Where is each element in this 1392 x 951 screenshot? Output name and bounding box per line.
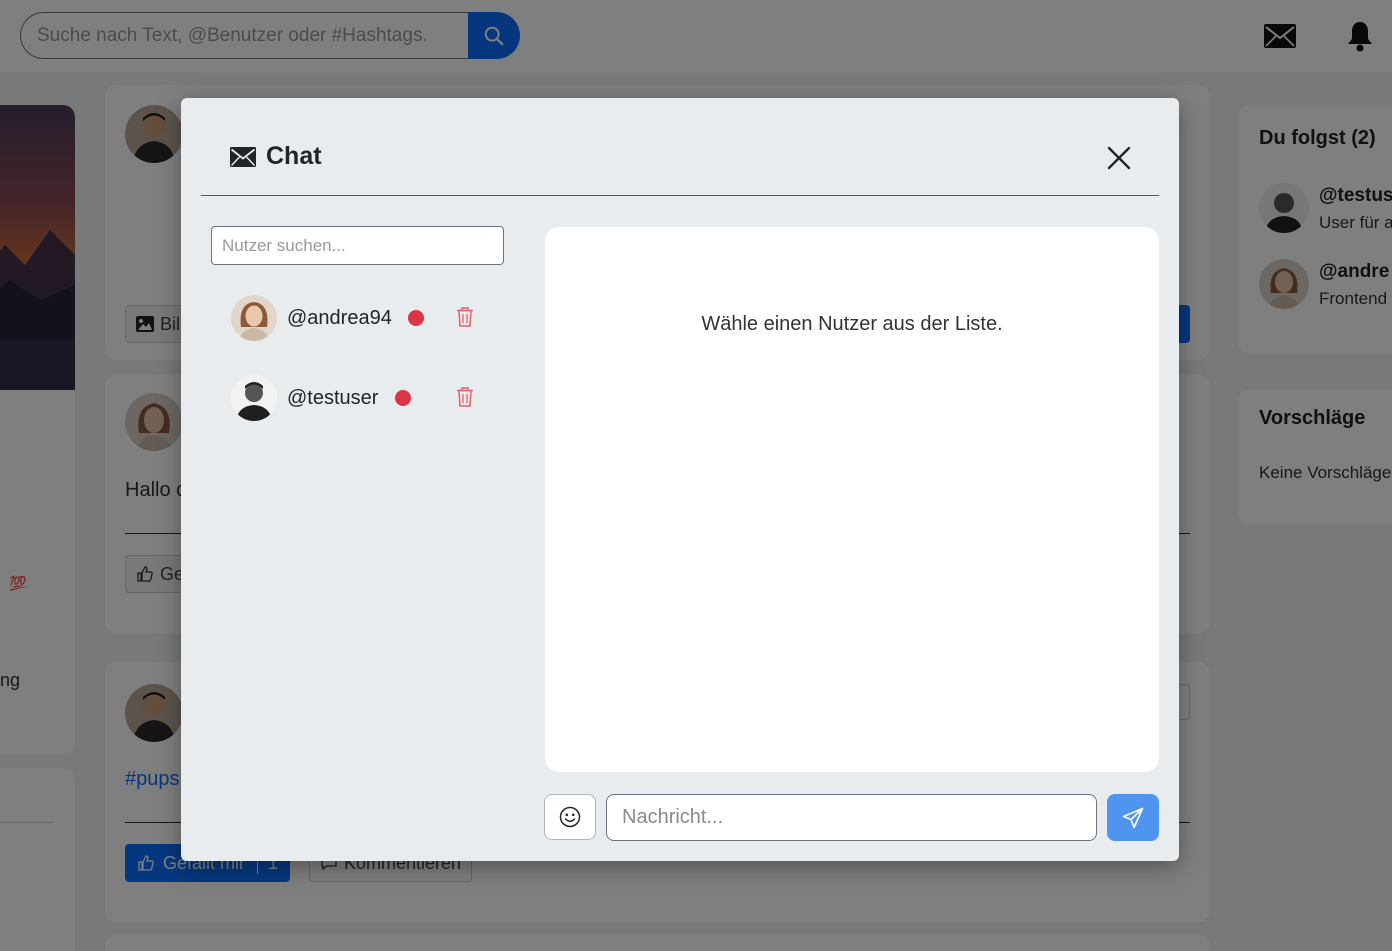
offline-status-dot [395, 390, 411, 406]
chat-user-name: @testuser [287, 387, 379, 409]
send-icon [1122, 807, 1144, 828]
smiley-icon [559, 806, 581, 828]
chat-title-text: Chat [266, 142, 322, 170]
emoji-button[interactable] [544, 794, 596, 840]
message-input[interactable] [606, 794, 1097, 841]
close-button[interactable] [1104, 143, 1134, 173]
chat-modal: Chat @andrea94 @testuser Wähle einen Nut… [181, 98, 1179, 861]
send-button[interactable] [1107, 794, 1159, 841]
offline-status-dot [408, 310, 424, 326]
trash-icon[interactable] [455, 386, 475, 408]
chat-empty-state: Wähle einen Nutzer aus der Liste. [701, 313, 1003, 335]
user-search-input[interactable] [211, 226, 504, 265]
avatar [231, 295, 277, 341]
chat-user-item[interactable]: @testuser [231, 375, 491, 421]
envelope-icon [230, 146, 256, 167]
close-icon [1107, 146, 1131, 170]
chat-user-item[interactable]: @andrea94 [231, 295, 491, 341]
chat-user-name: @andrea94 [287, 307, 392, 329]
avatar [231, 375, 277, 421]
trash-icon[interactable] [455, 306, 475, 328]
chat-messages-area: Wähle einen Nutzer aus der Liste. [545, 227, 1159, 772]
chat-modal-title: Chat [230, 142, 322, 171]
chat-modal-header: Chat [201, 98, 1159, 196]
